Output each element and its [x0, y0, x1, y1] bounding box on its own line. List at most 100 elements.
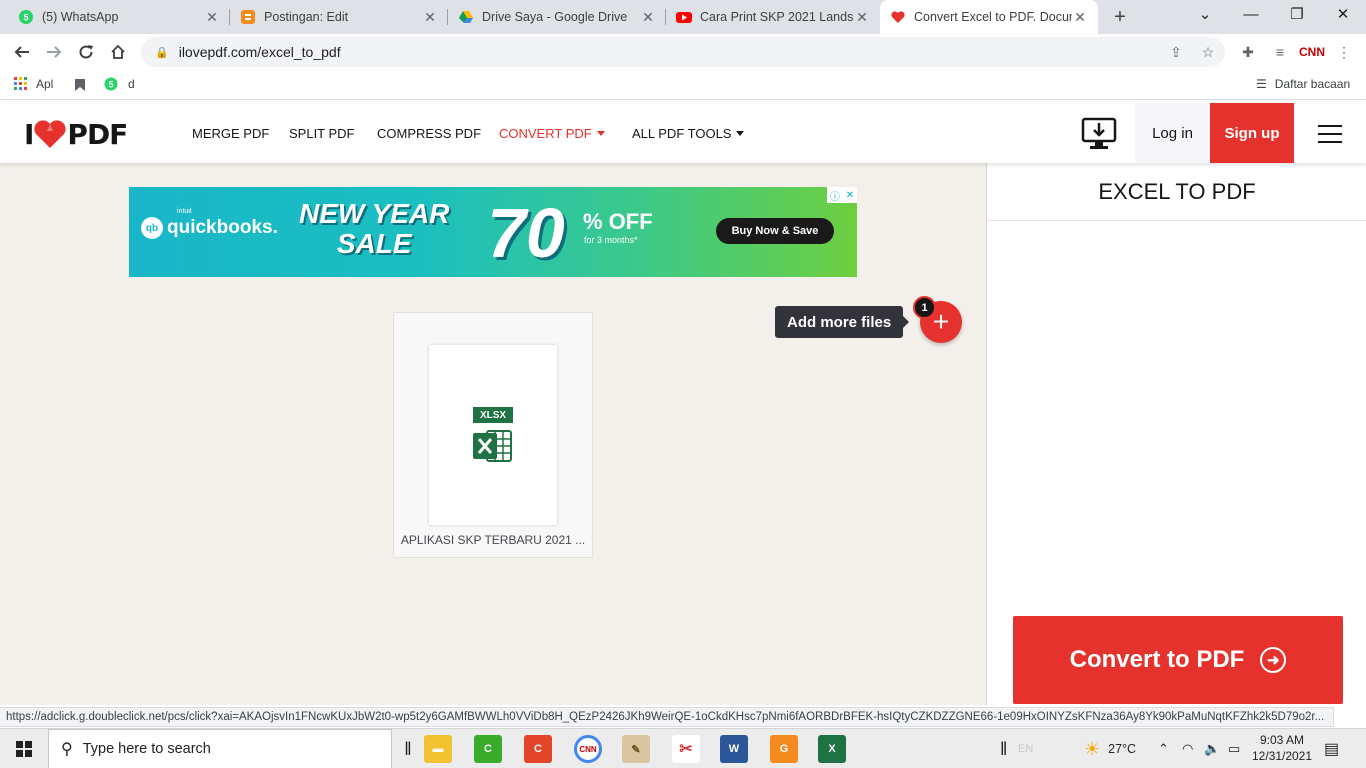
task-view-icon[interactable]: ‖ [394, 735, 422, 763]
url-text: ilovepdf.com/excel_to_pdf [178, 44, 341, 60]
signup-button[interactable]: Sign up [1210, 103, 1294, 163]
star-bookmark-icon[interactable]: ☆ [1198, 42, 1218, 62]
weather-sun-icon: ☀ [1084, 738, 1101, 759]
clock-time: 9:03 AM [1259, 733, 1305, 747]
reading-list-button[interactable]: ☰ Daftar bacaan [1256, 77, 1350, 91]
cnn-extension-icon[interactable]: CNN [1298, 42, 1326, 62]
taskbar-search-box[interactable]: ⚲ Type here to search [48, 729, 392, 768]
close-icon[interactable]: ✕ [1072, 9, 1088, 26]
camtasia-red-icon[interactable]: C [524, 735, 552, 763]
close-icon[interactable]: ✕ [854, 9, 870, 26]
search-placeholder: Type here to search [82, 741, 211, 757]
home-icon [111, 44, 125, 59]
nav-split-pdf[interactable]: SPLIT PDF [289, 103, 355, 163]
bookmark-icon [75, 79, 85, 91]
close-icon[interactable]: ✕ [422, 9, 438, 26]
file-card[interactable]: XLSX APLIKASI SKP TERBARU 2021 ... [394, 313, 592, 557]
tab-google-drive[interactable]: Drive Saya - Google Drive ✕ [448, 0, 666, 34]
ad-line2: SALE [336, 228, 412, 259]
language-indicator[interactable]: EN [1018, 729, 1033, 768]
tab-search-chevron-icon[interactable]: ⌄ [1182, 0, 1228, 30]
tab-title: (5) WhatsApp [42, 10, 119, 24]
excel-taskbar-icon[interactable]: X [818, 735, 846, 763]
start-button[interactable] [0, 729, 48, 768]
back-button[interactable] [8, 38, 36, 66]
ad-percent: 70 [487, 194, 565, 272]
media-control-icon[interactable]: ≡ [1270, 42, 1290, 62]
youtube-icon [676, 9, 692, 25]
chevron-up-icon[interactable]: ⌃ [1158, 729, 1169, 768]
screen: 5 (5) WhatsApp ✕ Postingan: Edit ✕ Drive… [0, 0, 1366, 768]
system-clock[interactable]: 9:03 AM 12/31/2021 [1250, 732, 1314, 764]
add-more-files-tooltip: Add more files [775, 306, 910, 338]
reload-button[interactable] [72, 38, 100, 66]
reading-list-label: Daftar bacaan [1274, 77, 1351, 91]
file-thumbnail: XLSX [429, 345, 557, 525]
ad-brand-small: intuit [177, 208, 192, 215]
reload-icon [79, 45, 93, 59]
windows-logo-icon [16, 741, 32, 757]
ilovepdf-logo[interactable]: I PDF [24, 118, 128, 151]
extensions-puzzle-icon[interactable]: ✚ [1238, 42, 1258, 62]
home-button[interactable] [104, 38, 132, 66]
convert-to-pdf-button[interactable]: Convert to PDF ➜ [1013, 616, 1343, 704]
close-icon[interactable]: ✕ [204, 9, 220, 26]
search-icon: ⚲ [61, 741, 73, 758]
weather-widget[interactable]: ☀ 27°C [1084, 729, 1136, 768]
weather-temp: 27°C [1108, 742, 1137, 756]
pdf-app-icon[interactable]: G [770, 735, 798, 763]
nav-convert-pdf[interactable]: CONVERT PDF [499, 103, 605, 163]
plus-icon: + [932, 306, 950, 337]
ad-cta-button[interactable]: Buy Now & Save [716, 218, 834, 244]
tab-ilovepdf-active[interactable]: Convert Excel to PDF. Documents ✕ [880, 0, 1098, 34]
nav-compress-pdf[interactable]: COMPRESS PDF [377, 103, 481, 163]
file-name: APLIKASI SKP TERBARU 2021 ... [400, 533, 586, 547]
panel-title: EXCEL TO PDF [987, 163, 1366, 221]
bookmark-whatsapp[interactable]: 5 d [104, 77, 135, 91]
convert-label: Convert to PDF [1069, 646, 1245, 673]
hamburger-menu-icon[interactable] [1318, 125, 1342, 143]
bookmark-apps[interactable]: Apl [14, 77, 53, 91]
tab-youtube[interactable]: Cara Print SKP 2021 Landscape ✕ [666, 0, 880, 34]
tab-title: Postingan: Edit [264, 10, 349, 24]
camtasia-green-icon[interactable]: C [474, 735, 502, 763]
notification-icon[interactable]: ▤ [1324, 729, 1339, 768]
snipping-tool-icon[interactable]: ✂ [672, 735, 700, 763]
battery-icon[interactable]: ▭ [1228, 729, 1240, 768]
file-explorer-icon[interactable]: ▬ [424, 735, 452, 763]
bookmark-item[interactable] [72, 77, 88, 93]
ad-close-icon[interactable]: ✕ [846, 190, 854, 201]
login-button[interactable]: Log in [1135, 103, 1210, 163]
restore-button[interactable]: ❐ [1274, 0, 1320, 30]
tab-whatsapp[interactable]: 5 (5) WhatsApp ✕ [8, 0, 230, 34]
quickbooks-logo: qb intuit quickbooks. [141, 208, 278, 239]
tray-separator: ‖ [1000, 738, 1008, 759]
apps-grid-icon [14, 77, 27, 90]
address-bar[interactable]: 🔒 ilovepdf.com/excel_to_pdf [141, 37, 1225, 67]
clock-date: 12/31/2021 [1251, 749, 1313, 763]
ilovepdf-icon [890, 9, 906, 25]
word-icon[interactable]: W [720, 735, 748, 763]
close-window-button[interactable]: ✕ [1320, 0, 1366, 30]
close-icon[interactable]: ✕ [640, 9, 656, 26]
tab-blogger[interactable]: Postingan: Edit ✕ [230, 0, 448, 34]
paint-icon[interactable]: ✎ [622, 735, 650, 763]
menu-kebab-icon[interactable]: ⋮ [1334, 42, 1354, 62]
whatsapp-icon: 5 [104, 77, 118, 91]
forward-button[interactable] [40, 38, 68, 66]
quickbooks-ad-banner[interactable]: qb intuit quickbooks. NEW YEAR SALE 70 %… [129, 187, 857, 277]
ad-info-icon[interactable]: ⓘ [830, 188, 840, 203]
volume-icon[interactable]: 🔈 [1204, 729, 1220, 768]
wifi-icon[interactable]: ◠ [1182, 729, 1193, 768]
ad-line1: NEW YEAR [299, 198, 450, 229]
share-icon[interactable]: ⇪ [1166, 42, 1186, 62]
desktop-download-icon[interactable] [1081, 116, 1117, 152]
nav-all-pdf-tools[interactable]: ALL PDF TOOLS [632, 103, 745, 163]
nav-label: CONVERT PDF [499, 125, 592, 141]
ad-choices[interactable]: ⓘ ✕ [827, 187, 857, 203]
chrome-icon[interactable]: CNN [574, 735, 602, 763]
upload-workspace: qb intuit quickbooks. NEW YEAR SALE 70 %… [0, 163, 986, 705]
nav-merge-pdf[interactable]: MERGE PDF [192, 103, 269, 163]
minimize-button[interactable]: — [1228, 0, 1274, 30]
new-tab-button[interactable]: + [1107, 4, 1133, 30]
